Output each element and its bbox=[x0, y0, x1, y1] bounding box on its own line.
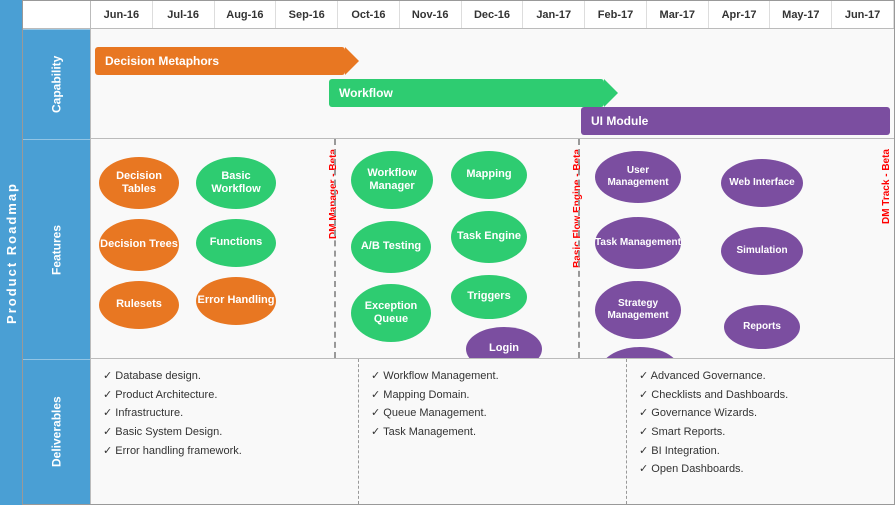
deliverable-1-3: Infrastructure. bbox=[103, 404, 346, 423]
product-roadmap-label: Product Roadmap bbox=[0, 0, 22, 505]
beta-label-3: DM Track - Beta bbox=[881, 149, 892, 224]
month-feb17: Feb-17 bbox=[585, 1, 647, 28]
dashed-line-2 bbox=[578, 139, 580, 358]
decision-trees-ellipse: Decision Trees bbox=[99, 219, 179, 271]
deliverable-1-4: Basic System Design. bbox=[103, 423, 346, 442]
deliverable-2-1: Workflow Management. bbox=[371, 367, 614, 386]
month-may17: May-17 bbox=[770, 1, 832, 28]
capability-label: Capability bbox=[23, 29, 90, 139]
deliverable-3-1: Advanced Governance. bbox=[639, 367, 882, 386]
main-grid: Decision Metaphors Workflow UI Module bbox=[91, 29, 894, 504]
month-mar17: Mar-17 bbox=[647, 1, 709, 28]
task-engine-ellipse: Task Engine bbox=[451, 211, 527, 263]
deliverables-label: Deliverables bbox=[23, 359, 90, 504]
month-sep16: Sep-16 bbox=[276, 1, 338, 28]
main-container: Jun-16 Jul-16 Aug-16 Sep-16 Oct-16 Nov-1… bbox=[22, 0, 895, 505]
deliverables-row: Database design. Product Architecture. I… bbox=[91, 359, 894, 504]
workflow-manager-ellipse: Workflow Manager bbox=[351, 151, 433, 209]
deliverable-3-3: Governance Wizards. bbox=[639, 404, 882, 423]
workflow-bar: Workflow bbox=[329, 79, 604, 107]
error-handling-ellipse: Error Handling bbox=[196, 277, 276, 325]
month-aug16: Aug-16 bbox=[215, 1, 277, 28]
login-ellipse: Login bbox=[466, 327, 542, 359]
triggers-ellipse: Triggers bbox=[451, 275, 527, 319]
deliverables-col1: Database design. Product Architecture. I… bbox=[91, 359, 359, 504]
month-jul16: Jul-16 bbox=[153, 1, 215, 28]
features-label: Features bbox=[23, 139, 90, 359]
month-nov16: Nov-16 bbox=[400, 1, 462, 28]
dashed-line-1 bbox=[334, 139, 336, 358]
user-management-ellipse: User Management bbox=[595, 151, 681, 203]
month-header: Jun-16 Jul-16 Aug-16 Sep-16 Oct-16 Nov-1… bbox=[23, 1, 894, 29]
deliverable-2-2: Mapping Domain. bbox=[371, 386, 614, 405]
deliverable-1-2: Product Architecture. bbox=[103, 386, 346, 405]
admin-module-ellipse: Admin Module bbox=[599, 347, 681, 359]
strategy-management-ellipse: Strategy Management bbox=[595, 281, 681, 339]
deliverable-3-6: Open Dashboards. bbox=[639, 460, 882, 479]
deliverable-2-4: Task Management. bbox=[371, 423, 614, 442]
deliverable-3-5: BI Integration. bbox=[639, 442, 882, 461]
task-management-ellipse: Task Management bbox=[595, 217, 681, 269]
month-jun17: Jun-17 bbox=[832, 1, 894, 28]
exception-queue-ellipse: Exception Queue bbox=[351, 284, 431, 342]
deliverable-3-4: Smart Reports. bbox=[639, 423, 882, 442]
deliverable-1-5: Error handling framework. bbox=[103, 442, 346, 461]
spacer bbox=[23, 1, 91, 28]
decision-tables-ellipse: Decision Tables bbox=[99, 157, 179, 209]
month-apr17: Apr-17 bbox=[709, 1, 771, 28]
month-dec16: Dec-16 bbox=[462, 1, 524, 28]
months-container: Jun-16 Jul-16 Aug-16 Sep-16 Oct-16 Nov-1… bbox=[91, 1, 894, 28]
capability-row: Decision Metaphors Workflow UI Module bbox=[91, 29, 894, 139]
deliverables-content: Database design. Product Architecture. I… bbox=[91, 359, 894, 504]
basic-workflow-ellipse: Basic Workflow bbox=[196, 157, 276, 209]
content-area: Capability Features Deliverables Decisio… bbox=[23, 29, 894, 504]
ab-testing-ellipse: A/B Testing bbox=[351, 221, 431, 273]
ui-module-bar: UI Module bbox=[581, 107, 890, 135]
features-row: DM Manager - Beta Basic Flow Engine - Be… bbox=[91, 139, 894, 359]
deliverable-3-2: Checklists and Dashboards. bbox=[639, 386, 882, 405]
month-jun16: Jun-16 bbox=[91, 1, 153, 28]
web-interface-ellipse: Web Interface bbox=[721, 159, 803, 207]
reports-ellipse: Reports bbox=[724, 305, 800, 349]
rulesets-ellipse: Rulesets bbox=[99, 281, 179, 329]
month-oct16: Oct-16 bbox=[338, 1, 400, 28]
mapping-ellipse: Mapping bbox=[451, 151, 527, 199]
functions-ellipse: Functions bbox=[196, 219, 276, 267]
deliverables-col3: Advanced Governance. Checklists and Dash… bbox=[627, 359, 894, 504]
month-jan17: Jan-17 bbox=[523, 1, 585, 28]
deliverable-1-1: Database design. bbox=[103, 367, 346, 386]
deliverables-col2: Workflow Management. Mapping Domain. Que… bbox=[359, 359, 627, 504]
page-container: Product Roadmap Jun-16 Jul-16 Aug-16 Sep… bbox=[0, 0, 895, 505]
simulation-ellipse: Simulation bbox=[721, 227, 803, 275]
deliverable-2-3: Queue Management. bbox=[371, 404, 614, 423]
decision-metaphors-bar: Decision Metaphors bbox=[95, 47, 345, 75]
label-column: Capability Features Deliverables bbox=[23, 29, 91, 504]
